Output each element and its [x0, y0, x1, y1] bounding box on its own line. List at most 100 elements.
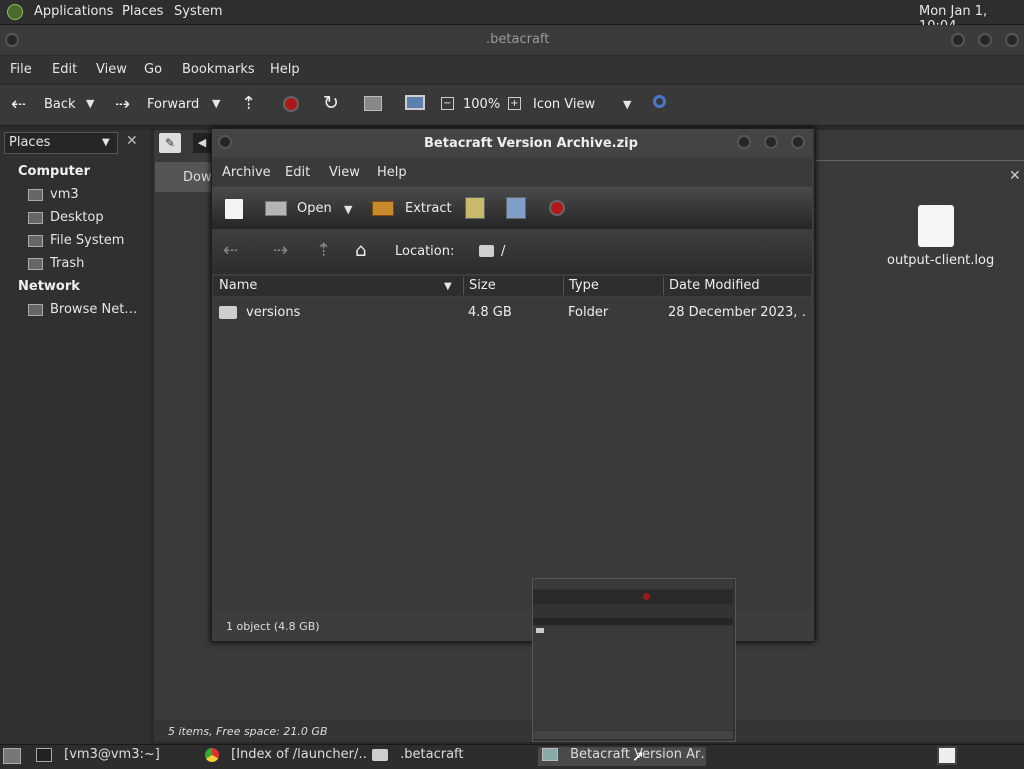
extract-button[interactable]: Extract	[405, 201, 452, 216]
menu-edit[interactable]: Edit	[52, 62, 77, 77]
chrome-icon	[205, 747, 219, 762]
up-icon[interactable]: ⇡	[241, 93, 256, 114]
extract-icon[interactable]	[372, 201, 394, 216]
open-button[interactable]: Open	[297, 201, 332, 216]
column-size[interactable]: Size	[469, 278, 496, 293]
sidebar-item-vm3[interactable]: vm3	[50, 187, 79, 202]
archive-window-menu-button[interactable]	[218, 135, 232, 149]
column-type[interactable]: Type	[569, 278, 599, 293]
reload-icon[interactable]: ↻	[323, 92, 339, 114]
column-separator[interactable]	[563, 277, 564, 295]
show-desktop-icon[interactable]	[3, 748, 21, 764]
distro-logo-icon[interactable]	[7, 4, 23, 20]
path-scroll-left-icon[interactable]: ◀	[193, 133, 211, 153]
network-icon	[28, 304, 43, 316]
divider	[813, 160, 1024, 161]
view-mode-dropdown-icon[interactable]: ▼	[623, 98, 631, 111]
row-type: Folder	[568, 305, 609, 320]
archive-icon	[542, 748, 558, 761]
back-dropdown-icon[interactable]: ▼	[86, 97, 94, 110]
row-size: 4.8 GB	[468, 305, 512, 320]
stop-icon[interactable]	[283, 96, 299, 112]
file-item-label[interactable]: output-client.log	[887, 253, 994, 268]
sidebar-item-filesystem[interactable]: File System	[50, 233, 124, 248]
archive-menu-view[interactable]: View	[329, 165, 360, 180]
open-dropdown-icon[interactable]: ▼	[344, 203, 352, 216]
archive-menu-edit[interactable]: Edit	[285, 165, 310, 180]
taskbar-item-terminal[interactable]: [vm3@vm3:~]	[36, 747, 198, 766]
view-mode-select[interactable]: Icon View	[533, 97, 595, 112]
thumbnail-list	[533, 626, 733, 730]
sidebar-heading-network: Network	[18, 279, 80, 294]
menu-go[interactable]: Go	[144, 62, 162, 77]
taskbar-item-label: [Index of /launcher/…	[231, 747, 367, 762]
archive-menu-archive[interactable]: Archive	[222, 165, 271, 180]
system-menu[interactable]: System	[174, 4, 222, 19]
location-label: Location:	[395, 244, 455, 259]
column-separator[interactable]	[663, 277, 664, 295]
thumbnail-menubar	[533, 579, 733, 589]
archive-home-icon[interactable]: ⌂	[355, 240, 366, 261]
sidebar-close-icon[interactable]: ✕	[126, 133, 138, 149]
status-text: 5 items, Free space: 21.0 GB	[168, 725, 328, 738]
archive-back-icon[interactable]: ⇠	[223, 240, 238, 261]
computer-icon[interactable]	[405, 95, 425, 110]
column-separator[interactable]	[463, 277, 464, 295]
archive-menu-help[interactable]: Help	[377, 165, 407, 180]
forward-dropdown-icon[interactable]: ▼	[212, 97, 220, 110]
trash-icon	[28, 258, 43, 270]
archive-close-button[interactable]	[791, 135, 805, 149]
applications-menu[interactable]: Applications	[34, 4, 113, 19]
home-icon[interactable]	[364, 96, 382, 111]
menu-help[interactable]: Help	[270, 62, 300, 77]
archive-forward-icon[interactable]: ⇢	[273, 240, 288, 261]
archive-maximize-button[interactable]	[764, 135, 778, 149]
edit-location-icon[interactable]: ✎	[159, 133, 181, 153]
menu-view[interactable]: View	[96, 62, 127, 77]
sidebar-selector-label: Places	[9, 135, 51, 150]
maximize-button[interactable]	[978, 33, 992, 47]
forward-arrow-icon[interactable]: ⇢	[115, 94, 130, 115]
sidebar-item-desktop[interactable]: Desktop	[50, 210, 104, 225]
forward-button[interactable]: Forward	[147, 97, 199, 112]
sidebar-item-browse-network[interactable]: Browse Net…	[50, 302, 137, 317]
archive-minimize-button[interactable]	[737, 135, 751, 149]
window-title: .betacraft	[486, 32, 550, 47]
mouse-cursor-icon: ➚	[632, 747, 645, 765]
text-file-icon[interactable]	[918, 205, 954, 247]
drive-icon	[28, 189, 43, 201]
minimize-button[interactable]	[951, 33, 965, 47]
thumbnail-location-bar	[533, 605, 733, 617]
taskbar-item-archive[interactable]: Betacraft Version Ar…	[538, 747, 706, 766]
close-button[interactable]	[1005, 33, 1019, 47]
new-archive-icon[interactable]	[225, 199, 243, 219]
panel-close-icon[interactable]: ✕	[1009, 168, 1021, 184]
back-arrow-icon[interactable]: ⇠	[11, 94, 26, 115]
places-menu[interactable]: Places	[122, 4, 163, 19]
taskbar-item-file-manager[interactable]: .betacraft	[372, 747, 534, 766]
back-button[interactable]: Back	[44, 97, 76, 112]
window-preview-thumbnail[interactable]	[532, 578, 736, 742]
menu-file[interactable]: File	[10, 62, 32, 77]
sidebar-item-trash[interactable]: Trash	[50, 256, 84, 271]
folder-icon	[372, 748, 388, 761]
zoom-in-icon[interactable]: +	[508, 97, 521, 110]
menu-bookmarks[interactable]: Bookmarks	[182, 62, 255, 77]
archive-stop-icon[interactable]	[549, 200, 565, 216]
taskbar-item-browser[interactable]: [Index of /launcher/…	[205, 747, 367, 766]
sort-down-icon[interactable]: ▼	[444, 281, 452, 292]
column-name[interactable]: Name	[219, 278, 257, 293]
add-files-icon[interactable]	[465, 197, 485, 219]
thumbnail-toolbar	[533, 590, 733, 604]
window-menu-button[interactable]	[5, 33, 19, 47]
workspace-switcher[interactable]	[937, 746, 957, 765]
search-icon[interactable]	[653, 95, 666, 108]
location-field[interactable]: /	[501, 244, 505, 259]
zoom-out-icon[interactable]: −	[441, 97, 454, 110]
path-button-label: Dow	[183, 170, 212, 185]
sidebar-dropdown-icon[interactable]: ▼	[102, 137, 110, 148]
add-folder-icon[interactable]	[506, 197, 526, 219]
column-date-modified[interactable]: Date Modified	[669, 278, 760, 293]
archive-up-icon[interactable]: ⇡	[316, 240, 331, 261]
open-archive-icon[interactable]	[265, 201, 287, 216]
